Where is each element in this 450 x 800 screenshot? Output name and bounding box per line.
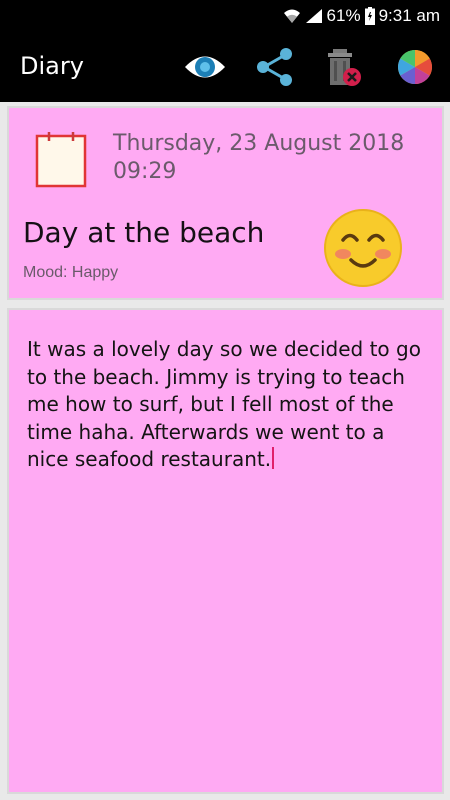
battery-percent: 61% [326,6,361,25]
signal-icon [305,9,322,23]
mood-row: Mood: Happy [23,264,118,282]
color-wheel-icon [398,50,432,84]
text-cursor [272,447,275,469]
trash-icon [328,49,361,86]
view-button[interactable] [180,42,230,92]
mood-picker[interactable] [323,208,403,293]
battery-icon [364,7,375,25]
share-button[interactable] [250,42,300,92]
entry-title[interactable]: Day at the beach [23,216,264,249]
mood-value: Happy [71,264,119,281]
entry-datetime[interactable]: Thursday, 23 August 2018 09:29 [113,130,413,186]
entry-body-card[interactable]: It was a lovely day so we decided to go … [7,308,444,794]
wifi-icon [283,9,300,23]
date-picker[interactable] [35,130,87,193]
app-title: Diary [20,52,84,80]
app-bar: Diary [0,32,450,102]
entry-time: 09:29 [113,159,177,184]
eye-icon [185,56,225,78]
share-icon [257,48,292,86]
clock: 9:31 am [378,6,440,25]
entry-text: It was a lovely day so we decided to go … [27,337,421,471]
delete-button[interactable] [318,42,368,92]
entry-text-editor[interactable]: It was a lovely day so we decided to go … [27,336,422,474]
entry-date: Thursday, 23 August 2018 [113,131,405,156]
status-icons: 61% 9:31 am [283,0,440,32]
mood-label: Mood: [23,264,68,281]
theme-color-button[interactable] [390,42,440,92]
status-bar: 61% 9:31 am [0,0,450,32]
happy-face-icon [324,209,402,287]
calendar-icon [35,132,87,188]
entry-header-card: Thursday, 23 August 2018 09:29 Day at th… [7,106,444,300]
